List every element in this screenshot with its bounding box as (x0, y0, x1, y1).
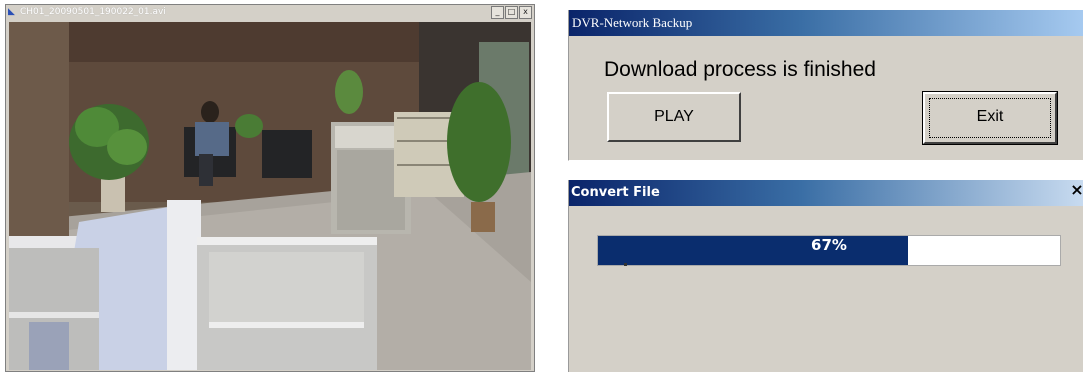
office-camera-image (9, 22, 531, 370)
player-window-controls: _ □ x (491, 6, 532, 19)
close-icon[interactable]: × (1070, 182, 1083, 198)
minimize-button[interactable]: _ (491, 6, 504, 19)
camera-icon: ◣ (8, 7, 15, 17)
player-title: CH01_20090501_190022_01.avi (20, 7, 166, 17)
dvr-dialog-title: DVR-Network Backup (572, 15, 693, 30)
convert-titlebar[interactable]: Convert File (569, 180, 1083, 206)
convert-progress-bar: 67% (597, 235, 1061, 266)
close-button[interactable]: x (519, 6, 532, 19)
maximize-button[interactable]: □ (505, 6, 518, 19)
play-button[interactable]: PLAY (607, 92, 741, 142)
video-player-window: ◣ CH01_20090501_190022_01.avi _ □ x (5, 4, 535, 372)
video-frame (9, 22, 531, 370)
convert-file-dialog: Convert File × 67% (568, 180, 1083, 372)
exit-button[interactable]: Exit (922, 91, 1058, 145)
player-titlebar[interactable]: ◣ CH01_20090501_190022_01.avi _ □ x (6, 5, 534, 19)
dvr-titlebar[interactable]: DVR-Network Backup (569, 10, 1083, 36)
download-finished-message: Download process is finished (604, 58, 876, 81)
convert-dialog-title: Convert File (571, 185, 660, 200)
dvr-network-backup-dialog: DVR-Network Backup Download process is f… (568, 10, 1083, 161)
focus-rectangle (929, 98, 1051, 138)
progress-artifact (624, 263, 627, 266)
progress-percent: 67% (811, 236, 847, 254)
